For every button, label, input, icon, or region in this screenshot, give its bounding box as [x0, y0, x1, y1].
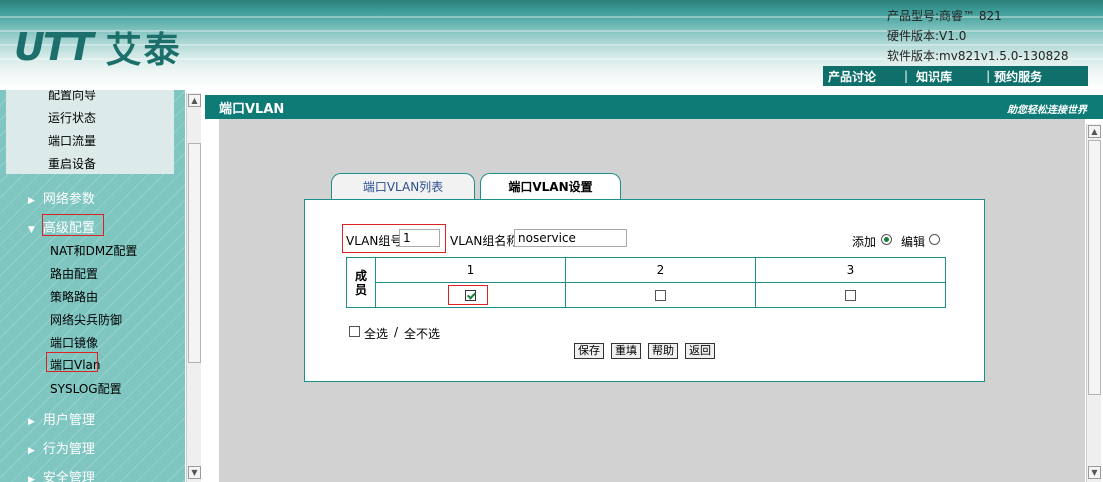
sidebar-item-running-status[interactable]: 运行状态 [48, 109, 96, 126]
sidebar-item-syslog[interactable]: SYSLOG配置 [50, 380, 122, 397]
help-button[interactable]: 帮助 [648, 343, 678, 359]
sidebar: 配置向导 运行状态 端口流量 重启设备 ▶ 网络参数 ▼ 高级配置 NAT和DMZ配… [0, 90, 185, 482]
top-links: 产品讨论 | 知识库 | 预约服务 [823, 66, 1088, 86]
link-reservation-service[interactable]: 预约服务 [994, 68, 1042, 85]
back-button[interactable]: 返回 [685, 343, 715, 359]
mode-edit-radio[interactable] [929, 234, 940, 245]
vlan-name-input[interactable]: noservice [514, 229, 627, 247]
scroll-up-icon[interactable]: ▲ [1088, 125, 1101, 138]
vlan-name-label: VLAN组名称 [450, 234, 519, 248]
save-button[interactable]: 保存 [574, 343, 604, 359]
sidebar-group-security-management[interactable]: ▶ 安全管理 [28, 467, 95, 482]
collapsed-triangle-icon: ▶ [28, 446, 35, 456]
scroll-down-icon[interactable]: ▼ [188, 466, 201, 479]
sidebar-item-routing[interactable]: 路由配置 [50, 265, 98, 282]
link-knowledge-base[interactable]: 知识库 [916, 68, 952, 85]
sidebar-group-behavior-management[interactable]: ▶ 行为管理 [28, 438, 95, 457]
software-version: 软件版本:mv821v1.5.0-130828 [887, 49, 1069, 63]
mode-add-radio[interactable] [881, 234, 892, 245]
mode-edit-label: 编辑 [901, 235, 926, 249]
header: UTT 艾泰 产品型号:商睿™ 821 硬件版本:V1.0 软件版本:mv821… [0, 0, 1103, 90]
expanded-triangle-icon: ▼ [28, 225, 35, 235]
sidebar-group-user-management[interactable]: ▶ 用户管理 [28, 409, 95, 428]
sidebar-item-reboot-device[interactable]: 重启设备 [48, 155, 96, 172]
select-all-checkbox[interactable] [349, 326, 360, 337]
deselect-all-label[interactable]: 全不选 [404, 325, 440, 342]
vlan-id-label: VLAN组号 [346, 234, 403, 248]
utt-logo: UTT 艾泰 [14, 24, 182, 71]
tab-port-vlan-list[interactable]: 端口VLAN列表 [331, 173, 475, 199]
logo-chinese: 艾泰 [105, 30, 182, 71]
members-label: 成员 [346, 257, 376, 308]
mode-add-label: 添加 [852, 235, 877, 249]
page-title-bar: 端口VLAN 助您轻松连接世界 [205, 95, 1103, 119]
sidebar-item-network-defense[interactable]: 网络尖兵防御 [50, 311, 122, 328]
port-2-checkbox[interactable] [655, 290, 666, 301]
product-model: 产品型号:商睿™ 821 [887, 9, 1002, 23]
slogan: 助您轻松连接世界 [1007, 105, 1087, 116]
content-scrollbar[interactable]: ▲ ▼ [1086, 124, 1101, 482]
sidebar-scrollbar[interactable]: ▲ ▼ [186, 93, 201, 482]
active-item-highlight [46, 352, 98, 372]
logo-mark: UTT [14, 25, 94, 69]
sidebar-item-port-mirror[interactable]: 端口镜像 [50, 334, 98, 351]
scroll-up-icon[interactable]: ▲ [188, 94, 201, 107]
collapsed-triangle-icon: ▶ [28, 417, 35, 427]
sidebar-item-setup-wizard[interactable]: 配置向导 [48, 90, 96, 103]
device-info: 产品型号:商睿™ 821 硬件版本:V1.0 软件版本:mv821v1.5.0-… [887, 6, 1069, 66]
collapsed-triangle-icon: ▶ [28, 196, 35, 206]
select-all-label[interactable]: 全选 [364, 325, 388, 342]
port-1-highlight [448, 285, 488, 305]
sidebar-item-policy-routing[interactable]: 策略路由 [50, 288, 98, 305]
port-3-checkbox[interactable] [845, 290, 856, 301]
hardware-version: 硬件版本:V1.0 [887, 29, 967, 43]
page-title: 端口VLAN [219, 102, 285, 117]
separator: / [394, 325, 399, 339]
sidebar-scroll-thumb[interactable] [188, 143, 201, 363]
sidebar-group-network-params[interactable]: ▶ 网络参数 [28, 188, 95, 207]
port-header-1: 1 [375, 257, 566, 283]
port-header-2: 2 [565, 257, 756, 283]
port-cell-3 [755, 282, 946, 308]
collapsed-triangle-icon: ▶ [28, 475, 35, 482]
tab-port-vlan-settings[interactable]: 端口VLAN设置 [480, 173, 621, 200]
content-scroll-thumb[interactable] [1088, 140, 1101, 395]
sidebar-item-nat-dmz[interactable]: NAT和DMZ配置 [50, 242, 137, 259]
port-header-3: 3 [755, 257, 946, 283]
sidebar-item-port-traffic[interactable]: 端口流量 [48, 132, 96, 149]
reset-button[interactable]: 重填 [611, 343, 641, 359]
port-cell-2 [565, 282, 756, 308]
member-ports-table: 成员 1 2 3 [346, 257, 946, 308]
active-group-highlight [42, 214, 104, 236]
scroll-down-icon[interactable]: ▼ [1088, 466, 1101, 479]
link-product-discussion[interactable]: 产品讨论 [828, 68, 876, 85]
vlan-id-input[interactable]: 1 [399, 229, 440, 247]
